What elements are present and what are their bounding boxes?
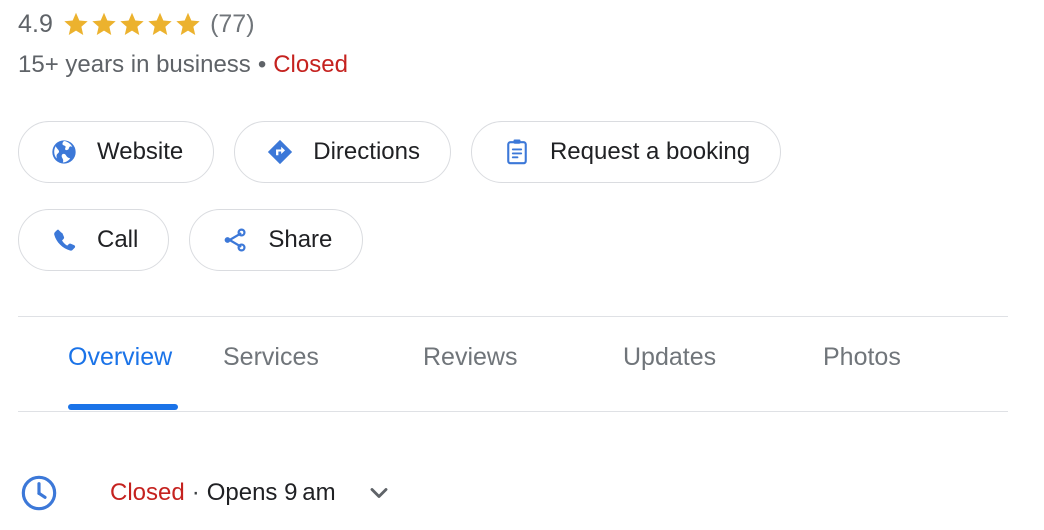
tab-services[interactable]: Services bbox=[223, 340, 319, 374]
rating-row: 4.9 (77) bbox=[18, 8, 255, 40]
star-icon bbox=[148, 12, 172, 35]
hours-closed-label: Closed bbox=[110, 479, 185, 506]
star-icon bbox=[92, 12, 116, 35]
tab-photos[interactable]: Photos bbox=[823, 340, 901, 374]
tab-overview[interactable]: Overview bbox=[68, 340, 172, 374]
action-buttons-row-secondary: Call Share bbox=[18, 209, 364, 271]
star-rating bbox=[62, 10, 202, 38]
star-icon bbox=[120, 12, 144, 35]
open-status-label: Closed bbox=[273, 51, 348, 78]
directions-diamond-icon bbox=[265, 137, 295, 167]
clock-icon bbox=[18, 472, 60, 514]
subtitle-separator: • bbox=[257, 51, 267, 78]
share-button-label: Share bbox=[268, 226, 333, 253]
review-count[interactable]: (77) bbox=[210, 8, 254, 40]
directions-button[interactable]: Directions bbox=[234, 121, 451, 183]
tab-reviews[interactable]: Reviews bbox=[423, 340, 517, 374]
hours-opens-label: Opens 9 am bbox=[206, 479, 336, 506]
request-booking-button-label: Request a booking bbox=[549, 138, 751, 165]
chevron-down-icon[interactable] bbox=[364, 478, 394, 508]
active-tab-indicator bbox=[68, 404, 178, 410]
website-button[interactable]: Website bbox=[18, 121, 215, 183]
request-booking-button[interactable]: Request a booking bbox=[470, 121, 782, 183]
globe-icon bbox=[49, 137, 79, 167]
phone-icon bbox=[49, 225, 79, 255]
action-buttons-row-primary: Website Directions Request a booking bbox=[18, 121, 782, 183]
years-in-business-label: 15+ years in business bbox=[18, 51, 251, 78]
star-icon bbox=[176, 12, 200, 35]
business-hours-row[interactable]: Closed · Opens 9 am bbox=[18, 473, 394, 513]
call-button[interactable]: Call bbox=[18, 209, 170, 271]
rating-value: 4.9 bbox=[18, 10, 54, 38]
call-button-label: Call bbox=[97, 226, 139, 253]
star-icon bbox=[64, 12, 88, 35]
website-button-label: Website bbox=[97, 138, 184, 165]
share-icon bbox=[220, 225, 250, 255]
divider-above-tabs bbox=[18, 316, 1008, 317]
clipboard-icon bbox=[502, 137, 532, 167]
hours-separator: · bbox=[191, 479, 200, 506]
hours-status-text: Closed · Opens 9 am bbox=[110, 477, 336, 509]
directions-button-label: Directions bbox=[313, 138, 420, 165]
tab-updates[interactable]: Updates bbox=[623, 340, 716, 374]
share-button[interactable]: Share bbox=[189, 209, 364, 271]
business-subtitle-row: 15+ years in business • Closed bbox=[18, 50, 348, 80]
divider-below-tabs bbox=[18, 411, 1008, 412]
